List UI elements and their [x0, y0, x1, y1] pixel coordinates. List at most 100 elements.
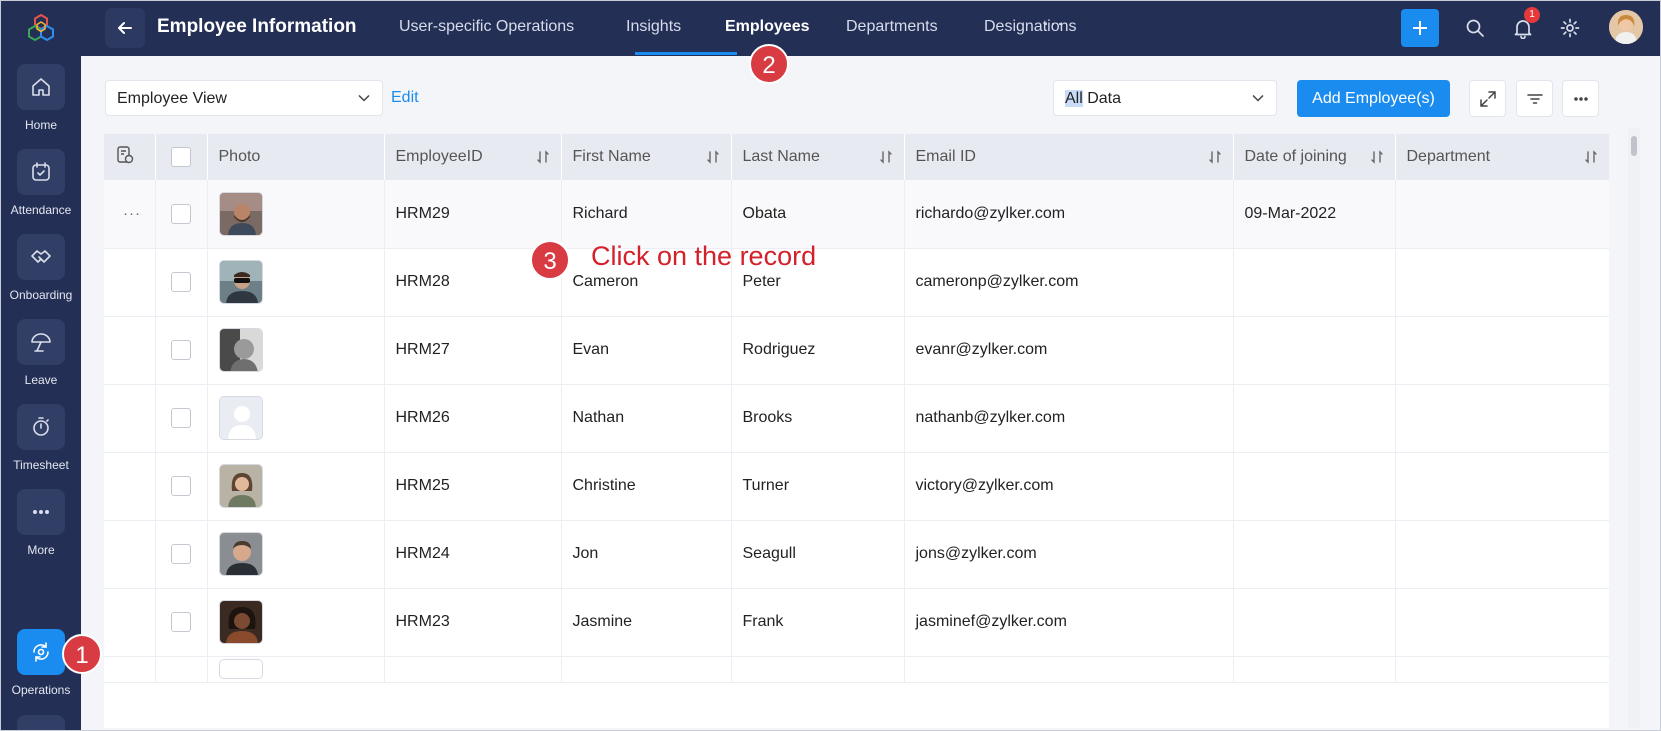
sidebar: Home Attendance Onboarding Leave Timeshe… [1, 1, 81, 730]
cell-last-name: Obata [731, 180, 905, 249]
table-row[interactable]: HRM24 Jon Seagull jons@zylker.com [104, 520, 1609, 589]
select-all-header[interactable] [155, 134, 208, 180]
edit-view-link[interactable]: Edit [391, 89, 419, 107]
vertical-scrollbar[interactable] [1628, 128, 1640, 728]
cell-department [1395, 588, 1609, 657]
sort-icon[interactable] [1583, 149, 1599, 165]
sort-icon[interactable] [1369, 149, 1385, 165]
row-checkbox[interactable] [170, 476, 191, 496]
employee-photo [218, 191, 263, 236]
tab-employees[interactable]: Employees [725, 18, 809, 36]
view-dropdown-value: Employee View [117, 90, 227, 107]
column-header-date-of-joining[interactable]: Date of joining [1233, 134, 1396, 180]
row-menu[interactable]: ··· [104, 180, 156, 249]
cell-date-of-joining: 09-Mar-2022 [1233, 180, 1396, 249]
tab-departments[interactable]: Departments [846, 18, 938, 36]
row-menu[interactable] [104, 520, 156, 589]
quick-add-button[interactable] [1401, 9, 1439, 47]
table-row[interactable]: HRM27 Evan Rodriguez evanr@zylker.com [104, 316, 1609, 385]
sidebar-item-label: Onboarding [9, 288, 73, 302]
cell-department [1395, 520, 1609, 589]
view-dropdown[interactable]: Employee View [105, 80, 383, 116]
table-row[interactable]: HRM25 Christine Turner victory@zylker.co… [104, 452, 1609, 521]
filter-value-rest: Data [1082, 90, 1122, 107]
cell-department [1395, 452, 1609, 521]
data-filter-dropdown[interactable]: All Data [1053, 80, 1277, 116]
table-row[interactable]: HRM26 Nathan Brooks nathanb@zylker.com [104, 384, 1609, 453]
sort-icon[interactable] [878, 149, 894, 165]
row-menu[interactable] [104, 248, 156, 317]
table-row[interactable]: HRM23 Jasmine Frank jasminef@zylker.com [104, 588, 1609, 657]
step-marker-2: 2 [749, 44, 789, 84]
sidebar-item-leave[interactable]: Leave [1, 319, 81, 387]
user-avatar[interactable] [1609, 10, 1643, 44]
sidebar-item-home[interactable]: Home [1, 64, 81, 132]
row-checkbox[interactable] [170, 612, 191, 632]
column-header-photo: Photo [207, 134, 385, 180]
employee-photo-placeholder [218, 396, 263, 440]
row-checkbox[interactable] [170, 203, 191, 224]
settings-button[interactable] [1557, 15, 1583, 41]
row-checkbox[interactable] [170, 340, 191, 360]
sort-icon[interactable] [1207, 149, 1223, 165]
vertical-scroll-thumb[interactable] [1631, 136, 1637, 156]
sidebar-item-label: More [27, 543, 55, 557]
cell-employeeid: HRM25 [384, 452, 562, 521]
column-header-last-name[interactable]: Last Name [731, 134, 905, 180]
sidebar-item-more[interactable]: More [1, 489, 81, 557]
select-all-checkbox[interactable] [170, 147, 191, 167]
row-menu[interactable] [104, 588, 156, 657]
row-menu[interactable] [104, 384, 156, 453]
filter-button[interactable] [1516, 80, 1553, 117]
add-employee-button[interactable]: Add Employee(s) [1297, 80, 1450, 117]
more-tabs-button[interactable]: ··· [1043, 13, 1064, 34]
cell-email: jons@zylker.com [904, 520, 1234, 589]
step-callout-text: Click on the record [591, 241, 817, 271]
sidebar-item-attendance[interactable]: Attendance [1, 149, 81, 217]
column-header-email-id[interactable]: Email ID [904, 134, 1234, 180]
cell-last-name: Brooks [731, 384, 905, 453]
app-window: Home Attendance Onboarding Leave Timeshe… [0, 0, 1661, 731]
sort-icon[interactable] [535, 149, 551, 165]
sidebar-item-label: Attendance [10, 203, 72, 217]
row-checkbox[interactable] [170, 544, 191, 564]
cell-employeeid: HRM23 [384, 588, 562, 657]
sidebar-item-onboarding[interactable]: Onboarding [1, 234, 81, 302]
back-button[interactable] [105, 8, 145, 48]
user-avatar-image [1609, 10, 1643, 44]
row-menu[interactable] [104, 316, 156, 385]
column-header-employeeid[interactable]: EmployeeID [384, 134, 562, 180]
table-row[interactable]: ··· HRM29 Richard Obata richardo@zylker.… [104, 180, 1609, 249]
row-menu[interactable] [104, 452, 156, 521]
page-title: Employee Information [157, 16, 357, 37]
sort-icon[interactable] [705, 149, 721, 165]
gear-icon [1560, 18, 1580, 38]
step-marker-1: 1 [62, 634, 102, 674]
sidebar-item-timesheet[interactable]: Timesheet [1, 404, 81, 472]
cell-date-of-joining [1233, 248, 1396, 317]
cell-email: richardo@zylker.com [904, 180, 1234, 249]
sidebar-item-partial[interactable] [17, 715, 65, 730]
chevron-down-icon [1252, 94, 1264, 102]
table-row[interactable]: HRM28 Cameron Peter cameronp@zylker.com [104, 248, 1609, 317]
expand-button[interactable] [1469, 80, 1506, 117]
column-header-label: Last Name [742, 148, 820, 165]
employee-photo [218, 328, 263, 372]
column-header-first-name[interactable]: First Name [561, 134, 732, 180]
search-button[interactable] [1462, 15, 1488, 41]
row-checkbox[interactable] [170, 408, 191, 428]
column-settings-header[interactable] [104, 134, 156, 180]
tab-user-specific-operations[interactable]: User-specific Operations [399, 18, 574, 36]
umbrella-icon [31, 333, 51, 352]
cell-last-name: Seagull [731, 520, 905, 589]
column-header-department[interactable]: Department [1395, 134, 1609, 180]
cell-first-name: Nathan [561, 384, 732, 453]
column-header-label: Department [1406, 148, 1491, 165]
tab-insights[interactable]: Insights [626, 18, 681, 36]
table-row[interactable] [104, 656, 1609, 683]
sidebar-item-label: Timesheet [13, 458, 69, 472]
notification-badge: 1 [1524, 7, 1540, 23]
more-options-button[interactable] [1562, 80, 1599, 117]
row-checkbox[interactable] [170, 272, 191, 292]
row-menu-dots[interactable]: ··· [115, 205, 141, 222]
